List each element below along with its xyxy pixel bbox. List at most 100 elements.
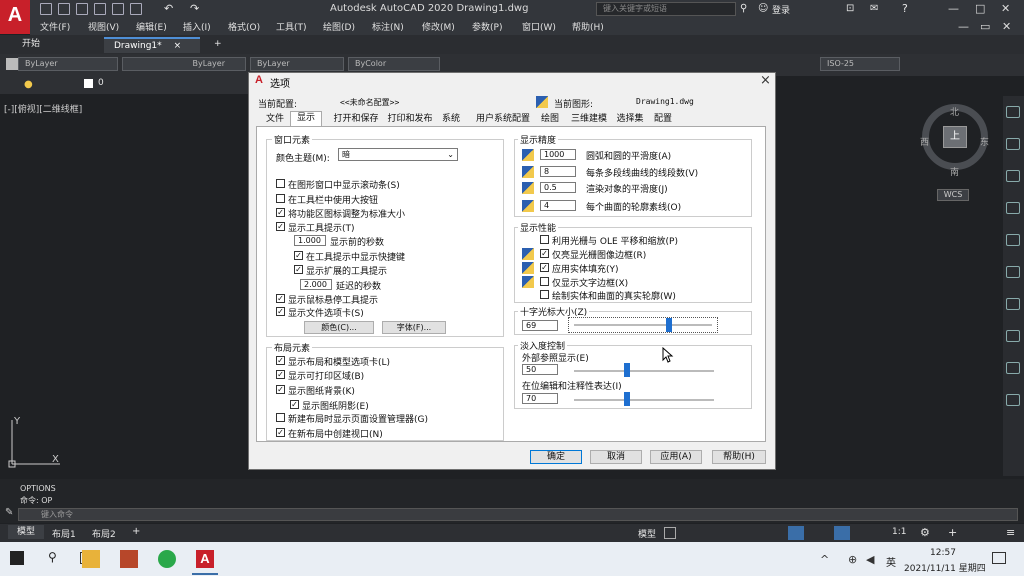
xref-fade-track[interactable] — [574, 370, 714, 372]
doc-restore-button[interactable]: ▭ — [980, 20, 990, 33]
grid-icon[interactable] — [664, 527, 676, 539]
wechat-icon[interactable] — [158, 550, 176, 568]
volume-icon[interactable]: ◀ — [866, 553, 874, 566]
color-dropdown[interactable]: ByLayer — [18, 57, 118, 71]
xref-fade-thumb[interactable] — [624, 363, 631, 377]
rollover-checkbox[interactable]: ✓ — [276, 294, 285, 303]
layer-state-icon[interactable] — [6, 58, 18, 70]
command-input[interactable]: 键入命令 — [18, 508, 1018, 521]
scrollbars-checkbox[interactable] — [276, 179, 285, 188]
tab-drafting[interactable]: 绘图 — [536, 113, 564, 126]
tab-close-icon[interactable]: × — [174, 41, 182, 51]
tab-open-save[interactable]: 打开和保存 — [330, 113, 382, 126]
maximize-button[interactable]: □ — [975, 2, 985, 15]
autocad-logo-button[interactable]: A — [0, 0, 30, 34]
fillet-icon[interactable] — [1006, 362, 1020, 374]
menu-window[interactable]: 窗口(W) — [522, 20, 556, 33]
wcs-menu[interactable]: WCS — [937, 189, 969, 201]
viewport-controls[interactable]: [-][俯视][二维线框] — [4, 102, 82, 115]
model-space-toggle[interactable]: 模型 — [638, 527, 656, 540]
menu-file[interactable]: 文件(F) — [40, 20, 70, 33]
help-icon[interactable]: ? — [902, 2, 908, 15]
annotation-icon[interactable] — [834, 526, 850, 540]
tab-system[interactable]: 系统 — [438, 113, 464, 126]
tab-files[interactable]: 文件 — [262, 113, 288, 126]
tooltip-delay-input[interactable]: 1.000 — [294, 235, 326, 246]
inplace-fade-input[interactable]: 70 — [522, 393, 558, 404]
redo-icon[interactable]: ↷ — [190, 2, 199, 15]
exchange-icon[interactable]: ✉ — [870, 3, 878, 14]
tab-layout2[interactable]: 布局2 — [92, 527, 116, 540]
new-icon[interactable] — [40, 3, 52, 15]
plot-icon[interactable] — [112, 3, 124, 15]
tab-drawing1[interactable]: Drawing1* × — [104, 37, 200, 53]
clock-time[interactable]: 12:57 — [930, 548, 956, 558]
print-icon[interactable] — [130, 3, 142, 15]
minimize-button[interactable]: — — [948, 2, 959, 15]
search-icon[interactable]: ⚲ — [48, 550, 57, 564]
doc-minimize-button[interactable]: — — [958, 20, 969, 33]
add-tab-button[interactable]: + — [204, 37, 232, 53]
crosshair-slider-thumb[interactable] — [666, 318, 673, 332]
text-boundary-checkbox[interactable] — [540, 277, 549, 286]
highlight-raster-checkbox[interactable]: ✓ — [540, 249, 549, 258]
paper-background-checkbox[interactable]: ✓ — [276, 385, 285, 394]
login-link[interactable]: 登录 — [772, 3, 790, 16]
notification-icon[interactable] — [992, 552, 1006, 564]
dimstyle-dropdown[interactable]: ISO-25 — [820, 57, 900, 71]
tab-selection[interactable]: 选择集 — [612, 113, 648, 126]
xref-fade-input[interactable]: 50 — [522, 364, 558, 375]
tab-display[interactable]: 显示 — [290, 111, 322, 127]
open-icon[interactable] — [58, 3, 70, 15]
linetype-dropdown[interactable]: ByLayer — [122, 57, 246, 71]
printable-area-checkbox[interactable]: ✓ — [276, 370, 285, 379]
tab-start[interactable]: 开始 — [12, 37, 50, 53]
annotation-scale[interactable]: 1:1 — [892, 527, 906, 537]
binoculars-icon[interactable]: ⚲ — [740, 3, 747, 14]
menu-view[interactable]: 视图(V) — [88, 20, 119, 33]
dialog-close-button[interactable]: × — [760, 73, 771, 88]
arc-smoothness-input[interactable]: 1000 — [540, 149, 576, 160]
copy-icon[interactable] — [1006, 170, 1020, 182]
tab-model[interactable]: 模型 — [8, 525, 44, 539]
menu-dimension[interactable]: 标注(N) — [372, 20, 404, 33]
winrar-icon[interactable] — [120, 550, 138, 568]
shortcut-keys-checkbox[interactable]: ✓ — [294, 251, 303, 260]
tray-arrow-icon[interactable]: ^ — [820, 553, 829, 566]
tab-3d-modeling[interactable]: 三维建模 — [568, 113, 610, 126]
zoom-icon[interactable] — [1006, 298, 1020, 310]
clock-date[interactable]: 2021/11/11 星期四 — [904, 561, 986, 574]
apply-button[interactable]: 应用(A) — [650, 450, 702, 464]
ok-button[interactable]: 确定 — [530, 450, 582, 464]
network-icon[interactable]: ⊕ — [848, 553, 857, 566]
language-indicator[interactable]: 英 — [886, 554, 896, 569]
tab-user-preferences[interactable]: 用户系统配置 — [472, 113, 534, 126]
menu-modify[interactable]: 修改(M) — [422, 20, 455, 33]
silhouettes-checkbox[interactable] — [540, 290, 549, 299]
undo-icon[interactable]: ↶ — [164, 2, 173, 15]
colors-button[interactable]: 颜色(C)... — [304, 321, 374, 334]
file-tabs-checkbox[interactable]: ✓ — [276, 307, 285, 316]
file-explorer-icon[interactable] — [82, 550, 100, 568]
color-theme-select[interactable]: 暗 ⌄ — [338, 148, 458, 161]
erase-icon[interactable] — [1006, 138, 1020, 150]
close-window-button[interactable]: ✕ — [1001, 2, 1010, 15]
render-smoothness-input[interactable]: 0.5 — [540, 182, 576, 193]
solid-fill-checkbox[interactable]: ✓ — [540, 263, 549, 272]
fonts-button[interactable]: 字体(F)... — [382, 321, 446, 334]
user-icon[interactable]: ☺ — [758, 3, 768, 14]
plus-icon[interactable]: + — [948, 526, 957, 539]
current-layer[interactable]: 0 — [98, 78, 104, 88]
pencil-icon[interactable] — [1006, 106, 1020, 118]
menu-parametric[interactable]: 参数(P) — [472, 20, 502, 33]
gear-icon[interactable]: ⚙ — [920, 526, 930, 539]
crosshair-size-input[interactable]: 69 — [522, 320, 558, 331]
inplace-fade-thumb[interactable] — [623, 392, 630, 406]
cancel-button[interactable]: 取消 — [590, 450, 642, 464]
pan-icon[interactable] — [1006, 266, 1020, 278]
layout-tabs-checkbox[interactable]: ✓ — [276, 356, 285, 365]
page-setup-checkbox[interactable] — [276, 413, 285, 422]
save-as-icon[interactable] — [94, 3, 106, 15]
tab-plot-publish[interactable]: 打印和发布 — [384, 113, 436, 126]
autocad-taskbar-icon[interactable]: A — [196, 550, 214, 568]
